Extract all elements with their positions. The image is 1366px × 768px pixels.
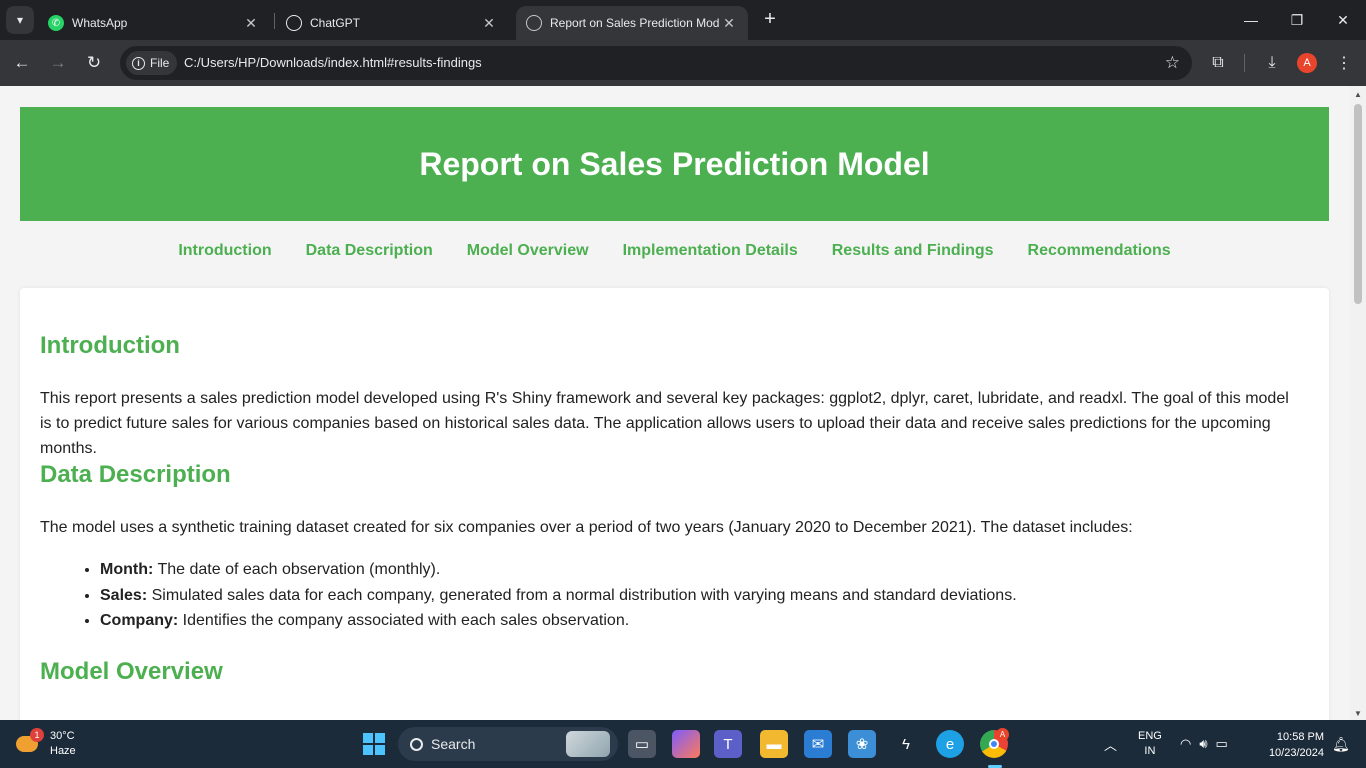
- page-scrollbar[interactable]: ▲ ▼: [1350, 86, 1366, 720]
- battery-icon: ▭: [1215, 736, 1228, 751]
- language-indicator[interactable]: ENG IN: [1138, 720, 1162, 768]
- list-item: Sales: Simulated sales data for each com…: [100, 583, 1300, 609]
- tab-title: ChatGPT: [310, 16, 361, 30]
- url-text[interactable]: C:/Users/HP/Downloads/index.html#results…: [184, 55, 482, 70]
- start-button[interactable]: [360, 730, 388, 758]
- field-term: Company:: [100, 612, 179, 629]
- windows-logo-icon: [363, 733, 385, 755]
- weather-condition: Haze: [50, 745, 76, 757]
- taskbar-search[interactable]: Search: [398, 727, 618, 761]
- notifications-icon[interactable]: 🔔︎: [1332, 720, 1350, 768]
- close-icon[interactable]: ✕: [720, 15, 738, 32]
- nav-link-results-findings[interactable]: Results and Findings: [832, 242, 994, 266]
- nav-link-model-overview[interactable]: Model Overview: [467, 242, 589, 266]
- nav-link-implementation-details[interactable]: Implementation Details: [623, 242, 798, 266]
- scroll-thumb[interactable]: [1354, 104, 1362, 304]
- close-window-button[interactable]: ✕: [1320, 0, 1366, 40]
- download-icon[interactable]: ⤓: [1260, 51, 1284, 75]
- whatsapp-icon: ✆: [48, 15, 64, 31]
- browser-toolbar: ← → ↻ i File C:/Users/HP/Downloads/index…: [0, 40, 1366, 86]
- list-item: Company: Identifies the company associat…: [100, 608, 1300, 634]
- search-highlight-image: [566, 731, 610, 757]
- field-term: Month:: [100, 561, 154, 578]
- task-view-icon[interactable]: ▭: [628, 730, 656, 758]
- scroll-down-arrow-icon[interactable]: ▼: [1354, 709, 1362, 718]
- language-code: ENG: [1138, 730, 1162, 742]
- page-title: Report on Sales Prediction Model: [419, 145, 930, 182]
- toolbar-divider: [1244, 54, 1245, 72]
- section-heading-model-overview: Model Overview: [40, 658, 223, 685]
- weather-icon: 1: [14, 728, 44, 758]
- chrome-profile-badge: A: [996, 728, 1009, 741]
- field-term: Sales:: [100, 586, 148, 604]
- system-tray-status[interactable]: ◠ 🔊︎ ▭: [1180, 720, 1228, 768]
- scroll-up-arrow-icon[interactable]: ▲: [1354, 90, 1362, 99]
- minimize-button[interactable]: —: [1228, 0, 1274, 40]
- menu-dots-icon[interactable]: ⋮: [1332, 51, 1356, 75]
- region-code: IN: [1144, 745, 1156, 757]
- bolt-app-icon[interactable]: ϟ: [892, 730, 920, 758]
- edge-icon[interactable]: e: [936, 730, 964, 758]
- introduction-text: This report presents a sales prediction …: [40, 390, 1289, 457]
- page-viewport: Report on Sales Prediction Model Introdu…: [0, 86, 1350, 720]
- bookmark-star-icon[interactable]: ☆: [1165, 53, 1180, 73]
- tab-title: Report on Sales Prediction Mod: [550, 16, 720, 30]
- nav-link-introduction[interactable]: Introduction: [178, 242, 271, 266]
- forward-button[interactable]: →: [44, 49, 72, 77]
- wifi-icon: ◠: [1180, 736, 1192, 751]
- weather-widget[interactable]: 1 30°C Haze: [14, 726, 76, 762]
- notification-badge: 1: [30, 728, 44, 742]
- address-bar[interactable]: i File C:/Users/HP/Downloads/index.html#…: [120, 46, 1192, 80]
- windows-taskbar: 1 30°C Haze Search ▭ T ▬ ✉ ❀ ϟ e A ︿ ENG…: [0, 720, 1366, 768]
- field-desc: The date of each observation (monthly).: [153, 561, 441, 578]
- search-icon: [410, 737, 423, 751]
- nav-link-recommendations[interactable]: Recommendations: [1028, 242, 1171, 266]
- site-info-label: File: [150, 56, 170, 70]
- chatgpt-icon: [286, 15, 302, 31]
- weather-temp: 30°C: [50, 730, 75, 742]
- globe-icon: [526, 15, 542, 31]
- page-header: Report on Sales Prediction Model: [20, 107, 1329, 221]
- list-item: Month: The date of each observation (mon…: [100, 557, 1300, 583]
- close-icon[interactable]: ✕: [480, 15, 498, 32]
- content-card: Introduction This report presents a sale…: [20, 288, 1329, 720]
- file-explorer-icon[interactable]: ▬: [760, 730, 788, 758]
- section-heading-introduction: Introduction: [40, 332, 180, 359]
- nav-link-data-description[interactable]: Data Description: [306, 242, 433, 266]
- chevron-up-icon: ︿: [1104, 737, 1118, 753]
- back-button[interactable]: ←: [8, 49, 36, 77]
- reload-button[interactable]: ↻: [80, 49, 108, 77]
- data-description-text: The model uses a synthetic training data…: [40, 519, 1133, 536]
- search-label: Search: [431, 736, 476, 752]
- clock-time: 10:58 PM: [1276, 731, 1324, 743]
- extensions-icon[interactable]: ⧉: [1206, 51, 1230, 75]
- section-nav: Introduction Data Description Model Over…: [20, 242, 1329, 266]
- tab-search-button[interactable]: ▾: [6, 6, 34, 34]
- photos-icon[interactable]: ❀: [848, 730, 876, 758]
- profile-avatar[interactable]: A: [1297, 53, 1317, 73]
- teams-icon[interactable]: T: [714, 730, 742, 758]
- new-tab-button[interactable]: +: [758, 8, 782, 32]
- tab-chatgpt[interactable]: ChatGPT ✕: [276, 6, 508, 40]
- show-hidden-icons-button[interactable]: ︿: [1104, 720, 1117, 768]
- info-icon: i: [132, 56, 145, 70]
- restore-button[interactable]: ❐: [1274, 0, 1320, 40]
- tab-divider: [274, 13, 275, 29]
- tab-strip: ▾ ✆ WhatsApp ✕ ChatGPT ✕ Report on Sales…: [0, 0, 1366, 40]
- field-desc: Identifies the company associated with e…: [178, 612, 630, 629]
- clock-date: 10/23/2024: [1268, 747, 1324, 759]
- section-heading-data-description: Data Description: [40, 461, 231, 488]
- copilot-icon[interactable]: [672, 730, 700, 758]
- volume-icon: 🔊︎: [1199, 736, 1208, 751]
- tab-whatsapp[interactable]: ✆ WhatsApp ✕: [38, 6, 270, 40]
- site-info-chip[interactable]: i File: [126, 51, 178, 75]
- tab-title: WhatsApp: [72, 16, 128, 30]
- clock[interactable]: 10:58 PM 10/23/2024: [1258, 729, 1324, 761]
- close-icon[interactable]: ✕: [242, 15, 260, 32]
- data-fields-list: Month: The date of each observation (mon…: [100, 557, 1300, 634]
- field-desc: Simulated sales data for each company, g…: [147, 586, 1017, 604]
- tab-report[interactable]: Report on Sales Prediction Mod ✕: [516, 6, 748, 40]
- mail-icon[interactable]: ✉: [804, 730, 832, 758]
